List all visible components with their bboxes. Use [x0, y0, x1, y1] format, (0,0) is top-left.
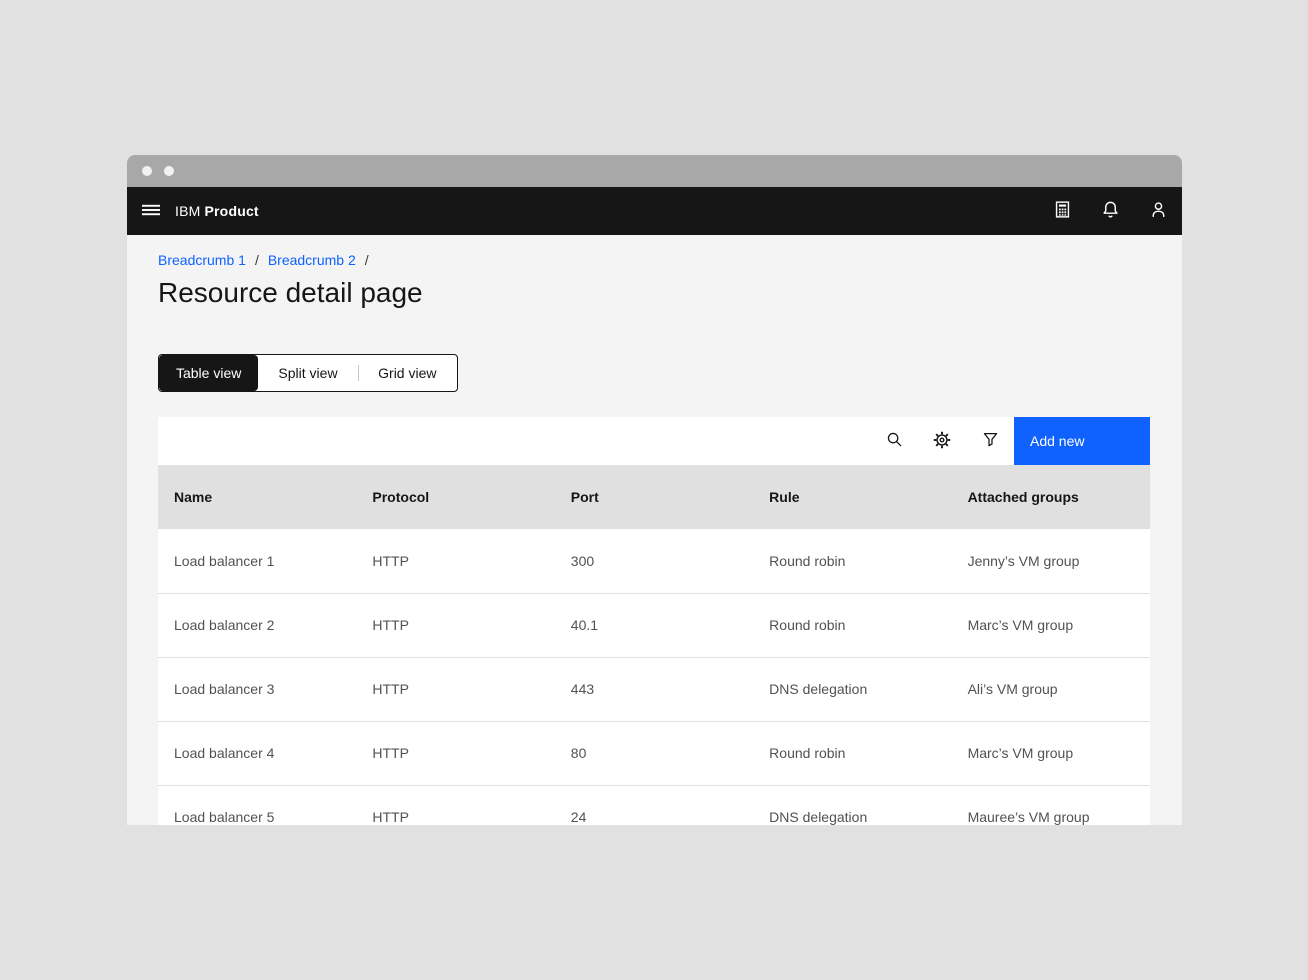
resource-table: Name Protocol Port Rule Attached groups … — [158, 465, 1150, 825]
global-header: IBMProduct — [127, 187, 1182, 235]
app-window: IBMProduct — [127, 155, 1182, 825]
table-toolbar: Add new — [158, 417, 1150, 465]
page-title: Resource detail page — [158, 275, 1150, 311]
tab-grid-view[interactable]: Grid view — [358, 355, 457, 391]
cell-protocol: HTTP — [356, 529, 554, 593]
page-content: Breadcrumb 1 / Breadcrumb 2 / Resource d… — [127, 235, 1182, 825]
notifications-button[interactable] — [1086, 187, 1134, 235]
tab-table-view[interactable]: Table view — [159, 355, 258, 391]
filter-button[interactable] — [966, 417, 1014, 465]
app-switcher-icon — [1053, 200, 1072, 222]
app-switcher-button[interactable] — [1038, 187, 1086, 235]
bell-icon — [1101, 200, 1120, 222]
window-titlebar — [127, 155, 1182, 187]
breadcrumb-separator: / — [365, 251, 369, 269]
column-header-attached-groups: Attached groups — [952, 465, 1150, 529]
brand-prefix: IBM — [175, 203, 201, 219]
cell-rule: Round robin — [753, 593, 951, 657]
menu-button[interactable] — [127, 187, 175, 235]
gear-icon — [933, 431, 951, 452]
column-header-rule: Rule — [753, 465, 951, 529]
cell-port: 24 — [555, 785, 753, 825]
cell-name: Load balancer 1 — [158, 529, 356, 593]
filter-icon — [982, 431, 999, 451]
breadcrumb-link-2[interactable]: Breadcrumb 2 — [268, 251, 356, 269]
cell-protocol: HTTP — [356, 593, 554, 657]
search-icon — [886, 431, 903, 451]
settings-button[interactable] — [918, 417, 966, 465]
tab-split-view[interactable]: Split view — [258, 355, 357, 391]
cell-rule: Round robin — [753, 721, 951, 785]
data-table-container: Add new Name Protocol Port Rule Attached… — [158, 417, 1150, 825]
cell-name: Load balancer 4 — [158, 721, 356, 785]
cell-rule: DNS delegation — [753, 785, 951, 825]
brand: IBMProduct — [175, 203, 259, 219]
table-row[interactable]: Load balancer 4 HTTP 80 Round robin Marc… — [158, 721, 1150, 785]
breadcrumb: Breadcrumb 1 / Breadcrumb 2 / — [158, 251, 1150, 269]
window-control-dot[interactable] — [142, 166, 152, 176]
cell-port: 80 — [555, 721, 753, 785]
cell-attached-groups: Marc’s VM group — [952, 721, 1150, 785]
table-row[interactable]: Load balancer 1 HTTP 300 Round robin Jen… — [158, 529, 1150, 593]
window-control-dot[interactable] — [164, 166, 174, 176]
hamburger-icon — [142, 201, 160, 222]
cell-name: Load balancer 3 — [158, 657, 356, 721]
switcher-divider — [358, 365, 359, 381]
profile-button[interactable] — [1134, 187, 1182, 235]
table-row[interactable]: Load balancer 3 HTTP 443 DNS delegation … — [158, 657, 1150, 721]
cell-port: 443 — [555, 657, 753, 721]
breadcrumb-link-1[interactable]: Breadcrumb 1 — [158, 251, 246, 269]
column-header-port: Port — [555, 465, 753, 529]
brand-name: Product — [205, 203, 259, 219]
cell-protocol: HTTP — [356, 785, 554, 825]
table-body: Load balancer 1 HTTP 300 Round robin Jen… — [158, 529, 1150, 825]
breadcrumb-separator: / — [255, 251, 259, 269]
table-row[interactable]: Load balancer 5 HTTP 24 DNS delegation M… — [158, 785, 1150, 825]
table-header: Name Protocol Port Rule Attached groups — [158, 465, 1150, 529]
content-switcher: Table view Split view Grid view — [158, 354, 458, 392]
cell-name: Load balancer 2 — [158, 593, 356, 657]
cell-port: 40.1 — [555, 593, 753, 657]
column-header-protocol: Protocol — [356, 465, 554, 529]
cell-port: 300 — [555, 529, 753, 593]
table-row[interactable]: Load balancer 2 HTTP 40.1 Round robin Ma… — [158, 593, 1150, 657]
column-header-name: Name — [158, 465, 356, 529]
cell-rule: Round robin — [753, 529, 951, 593]
tab-grid-view-label: Grid view — [378, 365, 436, 381]
header-actions — [1038, 187, 1182, 235]
cell-attached-groups: Ali’s VM group — [952, 657, 1150, 721]
cell-attached-groups: Jenny’s VM group — [952, 529, 1150, 593]
user-avatar-icon — [1149, 200, 1168, 222]
cell-rule: DNS delegation — [753, 657, 951, 721]
search-button[interactable] — [870, 417, 918, 465]
cell-protocol: HTTP — [356, 721, 554, 785]
cell-name: Load balancer 5 — [158, 785, 356, 825]
cell-attached-groups: Mauree’s VM group — [952, 785, 1150, 825]
cell-attached-groups: Marc’s VM group — [952, 593, 1150, 657]
cell-protocol: HTTP — [356, 657, 554, 721]
add-new-button[interactable]: Add new — [1014, 417, 1150, 465]
